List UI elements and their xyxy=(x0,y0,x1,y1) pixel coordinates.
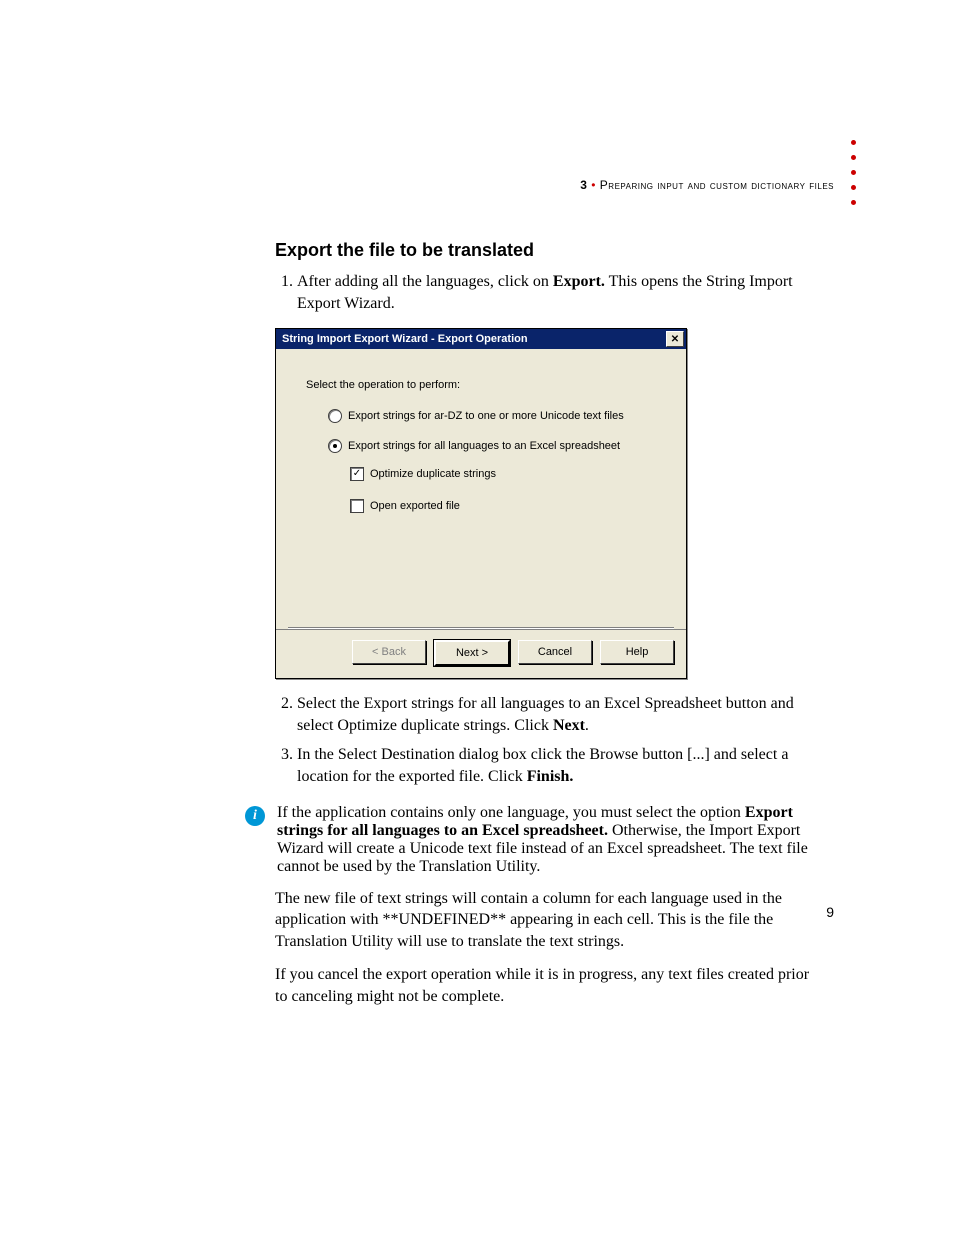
checkbox-label: Optimize duplicate strings xyxy=(370,468,496,480)
checkbox-icon xyxy=(350,499,364,513)
info-note: i If the application contains only one l… xyxy=(245,804,815,876)
checkbox-optimize[interactable]: ✓ Optimize duplicate strings xyxy=(350,467,666,481)
running-header: 3 • Preparing input and custom dictionar… xyxy=(580,178,834,192)
steps-list-a: After adding all the languages, click on… xyxy=(275,271,815,314)
checkbox-label: Open exported file xyxy=(370,500,460,512)
checkbox-icon: ✓ xyxy=(350,467,364,481)
chapter-number: 3 xyxy=(580,178,587,192)
radio-icon xyxy=(328,439,342,453)
dialog-body: Select the operation to perform: Export … xyxy=(276,349,686,630)
back-button[interactable]: < Back xyxy=(352,640,426,664)
page: 3 • Preparing input and custom dictionar… xyxy=(0,0,954,1080)
steps-list-b: Select the Export strings for all langua… xyxy=(275,693,815,787)
chapter-title: Preparing input and custom dictionary fi… xyxy=(600,178,834,192)
paragraph-cancel-note: If you cancel the export operation while… xyxy=(275,964,815,1007)
main-content: Export the file to be translated After a… xyxy=(275,240,815,1008)
cancel-button[interactable]: Cancel xyxy=(518,640,592,664)
close-icon[interactable]: ✕ xyxy=(666,331,684,347)
info-text: If the application contains only one lan… xyxy=(277,804,815,876)
step-2: Select the Export strings for all langua… xyxy=(297,693,815,736)
next-button[interactable]: Next > xyxy=(434,640,510,666)
checkbox-open-file[interactable]: Open exported file xyxy=(350,499,666,513)
section-heading: Export the file to be translated xyxy=(275,240,815,261)
info-icon: i xyxy=(245,806,265,826)
dialog-title-text: String Import Export Wizard - Export Ope… xyxy=(282,333,528,345)
decorative-dots xyxy=(851,140,856,205)
bullet-icon: • xyxy=(591,178,596,192)
paragraph-undefined-note: The new file of text strings will contai… xyxy=(275,888,815,953)
dialog-prompt: Select the operation to perform: xyxy=(306,379,666,391)
radio-label: Export strings for all languages to an E… xyxy=(348,440,620,452)
step-1: After adding all the languages, click on… xyxy=(297,271,815,314)
radio-option-excel[interactable]: Export strings for all languages to an E… xyxy=(328,439,666,453)
page-number: 9 xyxy=(826,904,834,920)
radio-option-unicode[interactable]: Export strings for ar-DZ to one or more … xyxy=(328,409,666,423)
dialog-titlebar: String Import Export Wizard - Export Ope… xyxy=(276,329,686,349)
radio-label: Export strings for ar-DZ to one or more … xyxy=(348,410,624,422)
step-3: In the Select Destination dialog box cli… xyxy=(297,744,815,787)
help-button[interactable]: Help xyxy=(600,640,674,664)
radio-icon xyxy=(328,409,342,423)
wizard-dialog: String Import Export Wizard - Export Ope… xyxy=(275,328,687,679)
dialog-button-row: < Back Next > Cancel Help xyxy=(276,630,686,678)
